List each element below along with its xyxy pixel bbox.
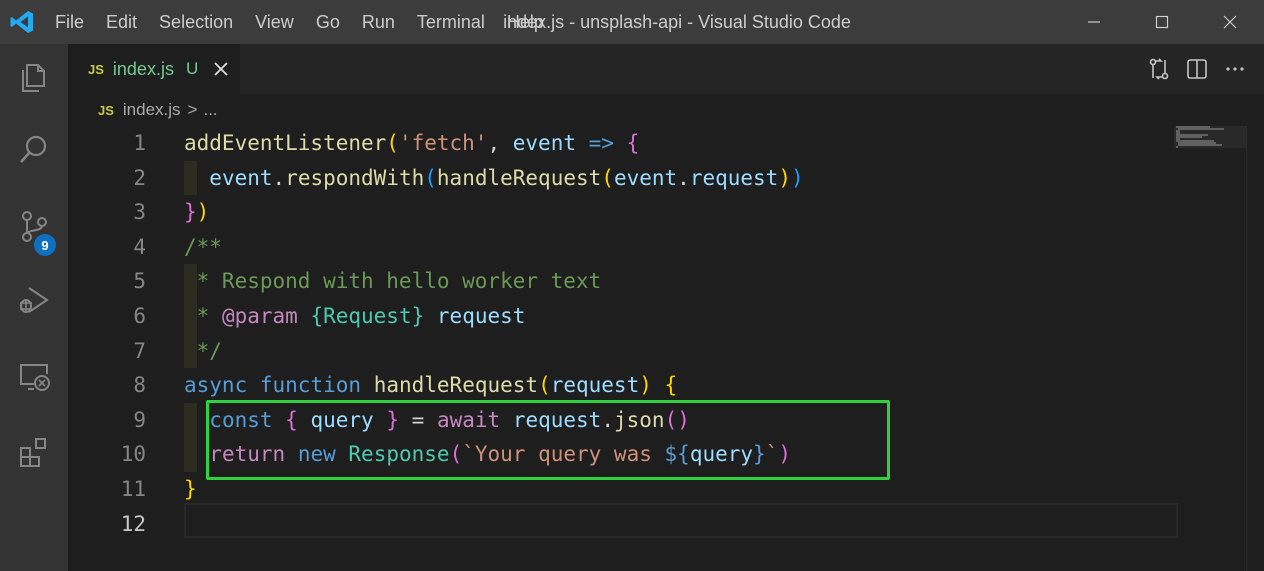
maximize-icon: [1155, 15, 1169, 29]
code-text[interactable]: addEventListener('fetch', event => {: [184, 126, 639, 161]
code-text[interactable]: return new Response(`Your query was ${qu…: [184, 437, 791, 472]
javascript-file-icon: JS: [98, 102, 114, 118]
code-text[interactable]: async function handleRequest(request) {: [184, 368, 677, 403]
menu-terminal[interactable]: Terminal: [406, 0, 496, 44]
breadcrumb-more[interactable]: ...: [203, 100, 217, 120]
maximize-button[interactable]: [1128, 0, 1196, 44]
tab-index-js[interactable]: JS index.js U: [68, 44, 240, 94]
editor-actions: [1146, 44, 1248, 94]
code-line-3: 3 }): [68, 195, 1178, 230]
minimap-line: [1178, 128, 1224, 130]
line-number: 10: [120, 442, 146, 467]
code-line-8: 8 async function handleRequest(request) …: [68, 368, 1178, 403]
code-text[interactable]: /**: [184, 230, 222, 265]
window-controls: [1060, 0, 1264, 44]
line-number: 1: [133, 131, 146, 155]
line-number: 12: [120, 511, 146, 536]
menu-help[interactable]: Help: [496, 0, 555, 44]
activity-bar: 9: [0, 44, 68, 571]
code-text[interactable]: }): [184, 195, 209, 230]
compare-changes-icon: [1149, 58, 1169, 80]
ellipsis-icon: [1226, 67, 1244, 71]
line-number: 3: [133, 200, 146, 225]
tab-bar: JS index.js U: [68, 44, 1264, 94]
activity-extensions[interactable]: [0, 418, 68, 486]
untracked-status: U: [185, 59, 199, 78]
code-text[interactable]: }: [184, 472, 197, 507]
line-number: 7: [133, 338, 146, 363]
minimap-line: [1178, 144, 1222, 146]
activity-run-debug[interactable]: [0, 266, 68, 334]
menu-view[interactable]: View: [244, 0, 305, 44]
javascript-file-icon: JS: [88, 61, 104, 77]
activity-search[interactable]: [0, 116, 68, 184]
activity-explorer[interactable]: [0, 44, 68, 112]
activity-remote-explorer[interactable]: [0, 342, 68, 410]
line-number: 2: [133, 165, 146, 190]
tab-label: index.js: [112, 58, 174, 79]
close-window-button[interactable]: [1196, 0, 1264, 44]
code-text[interactable]: * @param {Request} request: [184, 299, 526, 334]
code-line-6: 6 * @param {Request} request: [68, 299, 1178, 334]
tab-close-button[interactable]: [212, 60, 230, 78]
vscode-logo-icon[interactable]: [0, 0, 44, 44]
code-text[interactable]: * Respond with hello worker text: [184, 264, 602, 299]
code-line-4: 4 /**: [68, 230, 1178, 265]
code-line-10: 10 return new Response(`Your query was $…: [68, 437, 1178, 472]
line-number: 4: [133, 234, 146, 259]
menu-selection[interactable]: Selection: [148, 0, 244, 44]
split-editor-button[interactable]: [1184, 56, 1210, 82]
minimize-button[interactable]: [1060, 0, 1128, 44]
breadcrumb-file[interactable]: index.js: [123, 100, 181, 120]
close-icon: [214, 62, 228, 76]
open-changes-button[interactable]: [1146, 56, 1172, 82]
code-line-12: 12: [68, 507, 1178, 542]
remote-explorer-icon: [20, 364, 50, 391]
breadcrumb-separator: >: [187, 100, 198, 119]
code-line-7: 7 */: [68, 334, 1178, 369]
menu-run[interactable]: Run: [351, 0, 406, 44]
activity-source-control[interactable]: 9: [0, 192, 68, 260]
menu-go[interactable]: Go: [305, 0, 351, 44]
source-control-badge: 9: [34, 234, 56, 256]
code-line-5: 5 * Respond with hello worker text: [68, 264, 1178, 299]
code-line-1: 1 addEventListener('fetch', event => {: [68, 126, 1178, 161]
code-line-11: 11 }: [68, 472, 1178, 507]
explorer-icon: [22, 64, 45, 92]
code-text[interactable]: */: [184, 334, 222, 369]
minimap[interactable]: [1174, 126, 1246, 156]
line-number: 6: [133, 304, 146, 328]
menu-bar: File Edit Selection View Go Run Terminal…: [44, 0, 555, 44]
minimize-icon: [1088, 21, 1100, 23]
code-text[interactable]: event.respondWith(handleRequest(event.re…: [184, 161, 803, 196]
breadcrumb: JS index.js > ...: [68, 94, 1264, 126]
minimap-line: [1176, 146, 1178, 148]
line-number: 8: [133, 373, 146, 398]
line-number: 9: [133, 407, 146, 432]
split-editor-icon: [1187, 59, 1207, 79]
vertical-scrollbar[interactable]: [1246, 126, 1264, 571]
menu-edit[interactable]: Edit: [95, 0, 148, 44]
code-line-9: 9 const { query } = await request.json(): [68, 403, 1178, 438]
code-text[interactable]: const { query } = await request.json(): [184, 403, 690, 438]
code-editor[interactable]: 1 addEventListener('fetch', event => { 2…: [68, 126, 1244, 571]
line-number: 11: [120, 477, 146, 501]
title-bar: File Edit Selection View Go Run Terminal…: [0, 0, 1264, 44]
code-line-2: 2 event.respondWith(handleRequest(event.…: [68, 161, 1178, 196]
extensions-icon: [20, 438, 46, 467]
more-actions-button[interactable]: [1222, 56, 1248, 82]
run-debug-icon: [20, 287, 49, 313]
line-number: 5: [133, 269, 146, 294]
search-icon: [20, 135, 47, 163]
close-icon: [1223, 15, 1237, 29]
menu-file[interactable]: File: [44, 0, 95, 44]
